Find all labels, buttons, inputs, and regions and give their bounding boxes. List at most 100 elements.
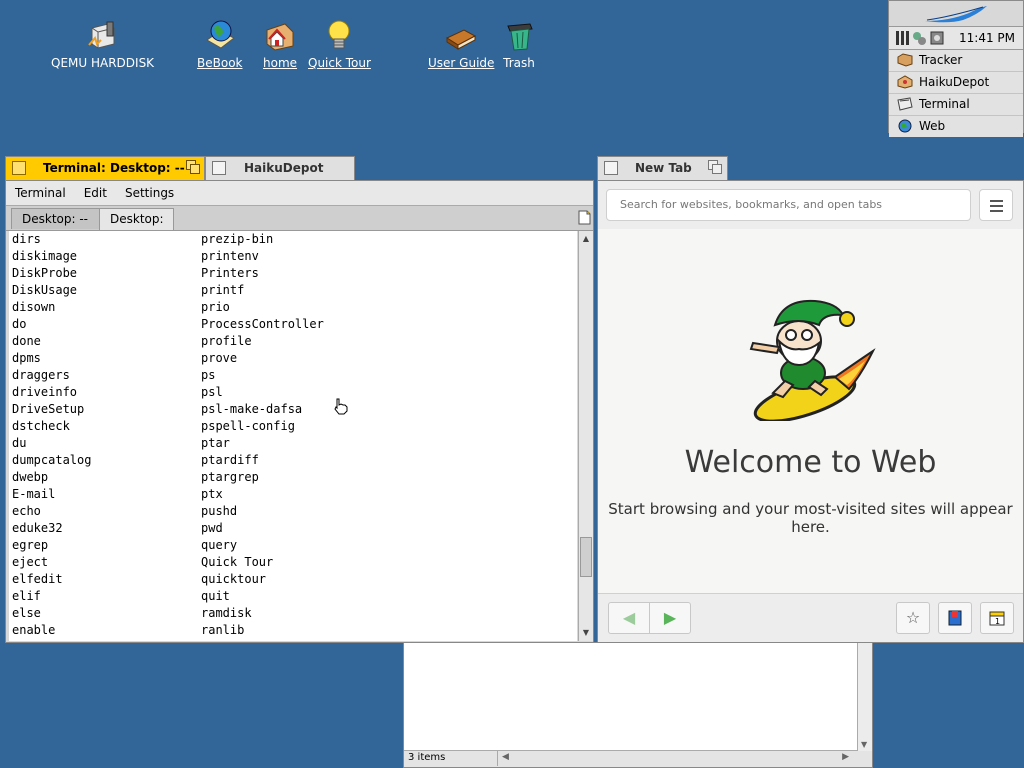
terminal-text: eject [12,555,49,569]
scroll-down-arrow-icon[interactable]: ▼ [861,740,867,749]
svg-text:1: 1 [995,617,1000,626]
web-window: Search for websites, bookmarks, and open… [597,180,1024,643]
bookmarks-icon[interactable] [938,602,972,634]
terminal-text: prio [201,300,230,314]
desktop-icon-home[interactable]: home [262,18,298,70]
web-window-title: New Tab [635,161,692,175]
deskbar-item-web[interactable]: Web [889,116,1023,137]
new-tab-icon[interactable] [578,210,591,225]
terminal-vscrollbar[interactable]: ▲ ▼ [578,231,593,641]
haiku-leaf-icon [925,6,987,23]
deskbar-item-label: Web [919,119,946,133]
desktop-icon-label: User Guide [428,56,495,70]
scroll-up-arrow-icon[interactable]: ▲ [579,233,593,245]
terminal-tab-label: Desktop: -- [22,212,89,226]
bookmark-star-icon[interactable]: ☆ [896,602,930,634]
tracker-window: 3 items ◀ ▶ ▼ [403,642,873,768]
close-icon[interactable] [12,161,26,175]
terminal-line: DriveSetup psl-make-dafsa [9,401,577,418]
zoom-icon[interactable] [708,160,722,174]
desktop-icon-label: QEMU HARDDISK [51,56,155,70]
terminal-line: enable ranlib [9,622,577,639]
terminal-text: DriveSetup [12,402,85,416]
history-icon[interactable]: 1 [980,602,1014,634]
haikudepot-icon [897,75,913,89]
terminal-text: printf [201,283,245,297]
terminal-line: dumpcatalog ptardiff [9,452,577,469]
terminal-text: ptargrep [201,470,259,484]
terminal-line: egrep query [9,537,577,554]
terminal-text: prove [201,351,238,365]
terminal-text: DiskUsage [12,283,78,297]
zoom-icon[interactable] [186,160,200,174]
menu-icon[interactable] [979,189,1013,221]
terminal-text: elif [12,589,41,603]
desktop-icon-label: BeBook [197,56,243,70]
terminal-text: done [12,334,41,348]
terminal-text: query [201,538,238,552]
desktop-icon-trash[interactable]: Trash [502,18,536,70]
terminal-output[interactable]: dirs prezip-bin diskimage printenv DiskProbe… [9,231,577,641]
desktop-icon-qemu-harddisk[interactable]: QEMU HARDDISK [50,18,155,70]
terminal-text: dumpcatalog [12,453,92,467]
terminal-text: profile [201,334,252,348]
terminal-line: else ramdisk [9,605,577,622]
deskbar-item-label: Terminal [919,97,970,111]
desktop-icon-user-guide[interactable]: User Guide [427,18,495,70]
terminal-icon [897,97,913,111]
tracker-hscrollbar[interactable]: ◀ ▶ [497,751,853,766]
menu-edit[interactable]: Edit [75,181,116,205]
desktop-icon-quick-tour[interactable]: Quick Tour [307,18,372,70]
terminal-line: elif quit [9,588,577,605]
terminal-text: E-mail [12,487,56,501]
back-arrow-icon[interactable]: ◀ [608,602,650,634]
haikudepot-window-tab[interactable]: HaikuDepot [205,156,355,180]
close-icon[interactable] [604,161,618,175]
terminal-text: psl-make-dafsa [201,402,303,416]
terminal-text: diskimage [12,249,78,263]
terminal-text: ptardiff [201,453,259,467]
forward-arrow-icon[interactable]: ▶ [649,602,691,634]
trash-icon [502,18,536,52]
terminal-tab-2[interactable]: Desktop: -- [99,208,174,246]
scroll-down-arrow-icon[interactable]: ▼ [579,627,593,639]
tray-icons [896,31,944,45]
terminal-text: printenv [201,249,259,263]
harddisk-icon [86,18,120,52]
terminal-window-tab[interactable]: Terminal: Desktop: -- [5,156,205,180]
lightbulb-icon [322,18,356,52]
tracker-status-count: 3 items [408,752,446,763]
deskbar-clock[interactable]: 11:41 PM [959,31,1015,45]
terminal-tab-1[interactable]: Desktop: -- [11,208,100,229]
terminal-line: driveinfo psl [9,384,577,401]
terminal-line: draggers ps [9,367,577,384]
deskbar-item-haikudepot[interactable]: HaikuDepot [889,72,1023,94]
menu-terminal[interactable]: Terminal [6,181,75,205]
terminal-text: echo [12,504,41,518]
desktop-icon-label: home [263,56,298,70]
web-bottom-bar: ◀ ▶ ☆ 1 [598,593,1023,642]
web-window-tab[interactable]: New Tab [597,156,728,180]
scroll-right-arrow-icon[interactable]: ▶ [842,752,849,762]
search-input[interactable]: Search for websites, bookmarks, and open… [606,189,971,221]
terminal-line: dirs prezip-bin [9,231,577,248]
terminal-line: eject Quick Tour [9,554,577,571]
deskbar-leaf-menu[interactable] [889,1,1023,26]
terminal-text: quicktour [201,572,267,586]
scrollbar-thumb[interactable] [580,537,592,577]
deskbar-item-tracker[interactable]: Tracker [889,50,1023,72]
close-icon[interactable] [212,161,226,175]
web-mascot-illustration [749,299,876,421]
terminal-text: Quick Tour [201,555,274,569]
deskbar-item-terminal[interactable]: Terminal [889,94,1023,116]
terminal-text: driveinfo [12,385,78,399]
menu-settings[interactable]: Settings [116,181,183,205]
desktop-icon-bebook[interactable]: BeBook [196,18,243,70]
terminal-window-title: Terminal: Desktop: -- [43,161,185,175]
terminal-line: diskimage printenv [9,248,577,265]
deskbar: 11:41 PM Tracker HaikuDepot Terminal Web [888,0,1024,137]
desktop-icon-label: Quick Tour [308,56,371,70]
tracker-vscrollbar[interactable]: ▼ [857,643,872,751]
terminal-line: done profile [9,333,577,350]
scroll-left-arrow-icon[interactable]: ◀ [502,752,509,762]
